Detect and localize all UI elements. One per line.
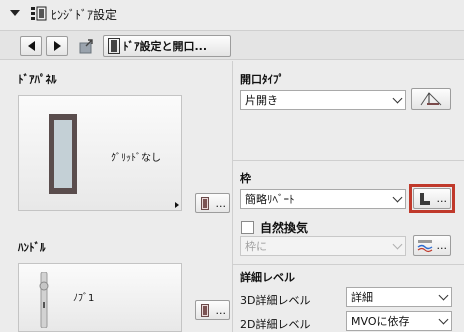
- chevron-down-icon: [438, 314, 449, 325]
- opening-type-title: 開口ﾀｲﾌﾟ: [240, 73, 284, 86]
- chevron-down-icon: [392, 192, 403, 203]
- door-knob-image: [39, 272, 49, 328]
- dots-label: ...: [215, 303, 227, 317]
- next-button[interactable]: [46, 36, 68, 56]
- door-glass-panel-image: [49, 114, 77, 194]
- opening-type-button[interactable]: [411, 88, 451, 110]
- handle-browse-button[interactable]: ...: [195, 300, 230, 320]
- section-divider: [233, 160, 464, 161]
- column-divider: [232, 61, 233, 332]
- frame-value: 簡略ﾘﾍﾞｰﾄ: [245, 193, 295, 206]
- ventilation-value: 枠に: [245, 240, 267, 253]
- detail-3d-value: 詳細: [351, 291, 373, 304]
- door-panel-preview[interactable]: ｸﾞﾘｯﾄﾞなし: [18, 95, 182, 211]
- dots-label: ...: [215, 196, 227, 210]
- opening-type-select[interactable]: 片開き: [240, 90, 406, 110]
- detail-2d-value: MVOに依存: [351, 315, 410, 328]
- frame-title: 枠: [240, 172, 251, 185]
- arrow-left-icon: [27, 41, 35, 51]
- ventilation-icon: [417, 240, 433, 253]
- header-title: ﾋﾝｼﾞﾄﾞｱ設定: [51, 8, 118, 22]
- handle-title: ﾊﾝﾄﾞﾙ: [18, 241, 46, 254]
- door-settings-icon: [31, 6, 47, 21]
- door-swatch-icon: [201, 197, 209, 210]
- door-panel-browse-button[interactable]: ...: [195, 193, 230, 213]
- door-swing-icon: [420, 92, 442, 106]
- natural-ventilation-label: 自然換気: [260, 221, 309, 235]
- export-icon[interactable]: [78, 37, 96, 55]
- dots-label: ...: [436, 192, 448, 205]
- nav-toolbar: [0, 30, 464, 60]
- collapse-arrow-icon[interactable]: [10, 10, 20, 16]
- preview-corner-arrow-icon: [175, 202, 179, 208]
- handle-preview[interactable]: ﾉﾌﾞ1: [18, 263, 182, 332]
- chevron-down-icon: [392, 93, 403, 104]
- door-settings-and-opening-label: ﾄﾞｱ設定と開口...: [123, 40, 208, 53]
- chevron-down-icon: [392, 239, 403, 250]
- door-panel-preview-label: ｸﾞﾘｯﾄﾞなし: [111, 153, 161, 164]
- detail-2d-label: 2D詳細レベル: [240, 318, 311, 331]
- opening-type-value: 片開き: [245, 94, 278, 107]
- door-panel-title: ﾄﾞｱﾊﾟﾈﾙ: [18, 73, 57, 86]
- door-settings-and-opening-button[interactable]: ﾄﾞｱ設定と開口...: [103, 35, 231, 57]
- door-swatch-icon: [201, 304, 209, 317]
- frame-profile-icon: [420, 193, 430, 205]
- natural-ventilation-checkbox[interactable]: [241, 221, 254, 234]
- chevron-down-icon: [438, 290, 449, 301]
- handle-preview-label: ﾉﾌﾞ1: [73, 293, 95, 304]
- detail-3d-label: 3D詳細レベル: [240, 294, 311, 307]
- prev-button[interactable]: [20, 36, 42, 56]
- arrow-right-icon: [53, 41, 61, 51]
- ventilation-browse-button[interactable]: ...: [413, 235, 451, 256]
- section-divider: [233, 264, 464, 265]
- dots-label: ...: [436, 239, 448, 252]
- detail-3d-select[interactable]: 詳細: [346, 287, 452, 307]
- frame-select[interactable]: 簡略ﾘﾍﾞｰﾄ: [240, 189, 406, 209]
- door-icon: [108, 38, 120, 54]
- detail-level-title: 詳細レベル: [240, 271, 295, 284]
- frame-browse-button[interactable]: ...: [413, 188, 451, 209]
- detail-2d-select[interactable]: MVOに依存: [346, 311, 452, 331]
- ventilation-select[interactable]: 枠に: [240, 236, 406, 256]
